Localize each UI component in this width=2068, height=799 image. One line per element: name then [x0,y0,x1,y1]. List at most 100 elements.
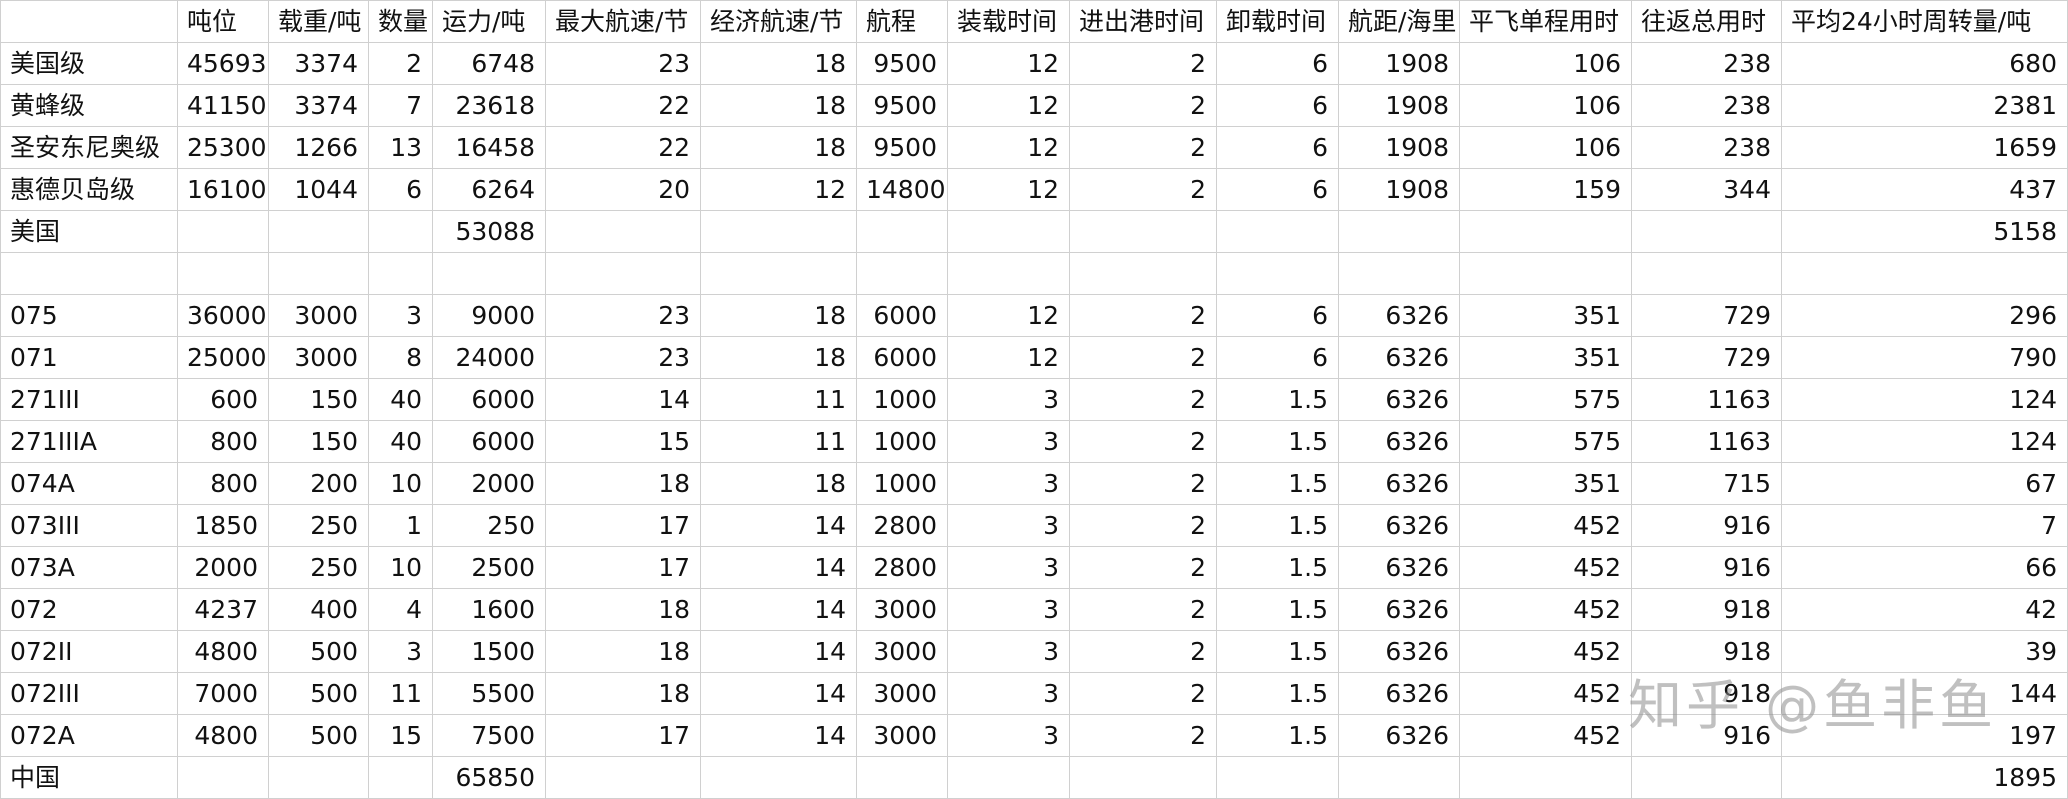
table-cell[interactable]: 437 [1781,168,2068,211]
table-cell[interactable]: 2 [1069,672,1217,715]
table-cell[interactable]: 500 [268,672,369,715]
table-cell[interactable]: 23 [545,336,701,379]
table-cell[interactable]: 6326 [1338,546,1460,589]
table-cell[interactable]: 15 [545,420,701,463]
table-cell[interactable]: 2 [1069,126,1217,169]
table-cell[interactable]: 18 [545,630,701,673]
table-cell[interactable]: 6 [1216,42,1339,85]
table-cell[interactable]: 40 [368,378,433,421]
table-cell[interactable] [368,252,433,295]
table-cell[interactable]: 14800 [856,168,948,211]
table-cell[interactable]: 3000 [856,630,948,673]
table-cell[interactable] [1631,210,1782,253]
table-cell[interactable]: 6 [1216,168,1339,211]
table-cell[interactable]: 14 [700,504,857,547]
table-cell[interactable]: 6000 [856,336,948,379]
table-cell[interactable]: 1850 [177,504,269,547]
table-cell[interactable] [947,210,1070,253]
table-cell[interactable]: 1908 [1338,42,1460,85]
table-cell[interactable]: 1000 [856,378,948,421]
table-cell[interactable]: 14 [545,378,701,421]
table-cell[interactable]: 41150 [177,84,269,127]
table-cell[interactable]: 18 [700,462,857,505]
table-cell[interactable]: 6 [1216,294,1339,337]
table-cell[interactable]: 14 [700,630,857,673]
row-label-cell[interactable]: 271III [0,378,178,421]
table-cell[interactable]: 575 [1459,378,1632,421]
table-cell[interactable] [1069,756,1217,799]
table-cell[interactable]: 124 [1781,378,2068,421]
table-cell[interactable]: 4237 [177,588,269,631]
table-cell[interactable]: 25300 [177,126,269,169]
table-cell[interactable]: 2000 [177,546,269,589]
table-cell[interactable]: 2 [1069,294,1217,337]
table-cell[interactable]: 238 [1631,42,1782,85]
table-cell[interactable]: 1.5 [1216,588,1339,631]
table-cell[interactable]: 351 [1459,462,1632,505]
table-cell[interactable]: 12 [947,84,1070,127]
table-cell[interactable]: 6 [368,168,433,211]
table-cell[interactable]: 680 [1781,42,2068,85]
table-cell[interactable]: 238 [1631,84,1782,127]
table-cell[interactable]: 2 [1069,714,1217,757]
table-cell[interactable]: 66 [1781,546,2068,589]
header-cell[interactable]: 吨位 [177,0,269,43]
table-cell[interactable] [1216,252,1339,295]
table-cell[interactable]: 452 [1459,504,1632,547]
table-cell[interactable]: 1908 [1338,168,1460,211]
table-cell[interactable]: 6326 [1338,336,1460,379]
table-cell[interactable]: 106 [1459,42,1632,85]
table-cell[interactable]: 4800 [177,714,269,757]
table-cell[interactable]: 20 [545,168,701,211]
table-cell[interactable]: 11 [700,378,857,421]
table-cell[interactable] [1459,252,1632,295]
table-cell[interactable]: 14 [700,546,857,589]
table-cell[interactable]: 124 [1781,420,2068,463]
table-cell[interactable]: 42 [1781,588,2068,631]
table-cell[interactable] [1338,756,1460,799]
table-cell[interactable]: 14 [700,672,857,715]
table-cell[interactable]: 6748 [432,42,546,85]
table-cell[interactable]: 12 [700,168,857,211]
table-cell[interactable]: 10 [368,462,433,505]
row-label-cell[interactable]: 072A [0,714,178,757]
table-cell[interactable]: 15 [368,714,433,757]
table-cell[interactable]: 3 [947,630,1070,673]
table-cell[interactable]: 40 [368,420,433,463]
table-cell[interactable]: 2800 [856,504,948,547]
table-cell[interactable]: 800 [177,462,269,505]
row-label-cell[interactable]: 黄蜂级 [0,84,178,127]
header-cell[interactable]: 平飞单程用时 [1459,0,1632,43]
row-label-cell[interactable]: 071 [0,336,178,379]
table-cell[interactable]: 1000 [856,462,948,505]
table-cell[interactable]: 250 [432,504,546,547]
table-cell[interactable] [947,252,1070,295]
table-cell[interactable]: 9500 [856,42,948,85]
table-cell[interactable]: 9500 [856,126,948,169]
table-cell[interactable]: 18 [700,42,857,85]
table-cell[interactable]: 2500 [432,546,546,589]
table-cell[interactable] [368,210,433,253]
table-cell[interactable] [700,756,857,799]
table-cell[interactable]: 2381 [1781,84,2068,127]
row-label-cell[interactable]: 072II [0,630,178,673]
table-cell[interactable]: 106 [1459,84,1632,127]
table-cell[interactable]: 2 [1069,504,1217,547]
row-label-cell[interactable]: 美国 [0,210,178,253]
table-cell[interactable]: 6264 [432,168,546,211]
table-cell[interactable]: 9500 [856,84,948,127]
header-cell-corner[interactable] [0,0,178,43]
header-cell[interactable]: 进出港时间 [1069,0,1217,43]
table-cell[interactable]: 2 [1069,588,1217,631]
table-cell[interactable]: 500 [268,630,369,673]
table-cell[interactable]: 1266 [268,126,369,169]
table-cell[interactable]: 6 [1216,84,1339,127]
table-cell[interactable]: 13 [368,126,433,169]
table-cell[interactable]: 400 [268,588,369,631]
table-cell[interactable]: 12 [947,336,1070,379]
header-cell[interactable]: 航距/海里 [1338,0,1460,43]
table-cell[interactable] [1216,210,1339,253]
table-cell[interactable]: 238 [1631,126,1782,169]
table-cell[interactable]: 3000 [856,588,948,631]
table-cell[interactable]: 200 [268,462,369,505]
